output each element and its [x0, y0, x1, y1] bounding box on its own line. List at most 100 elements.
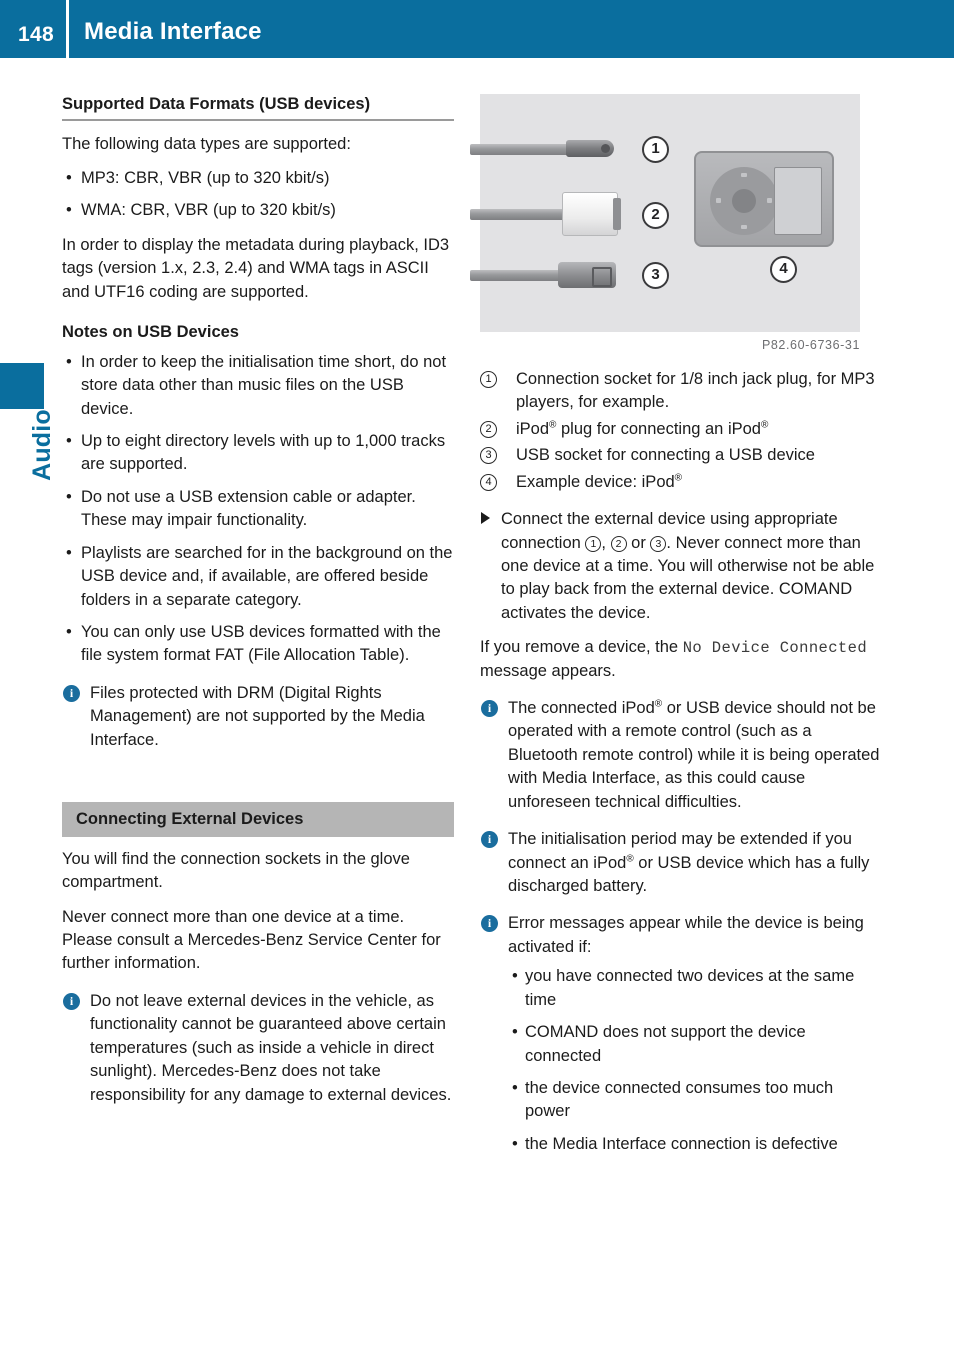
illustration-caption: P82.60-6736-31 [761, 338, 860, 352]
step-triangle-icon [481, 512, 490, 525]
list-usb-notes: • In order to keep the initialisation tim… [62, 351, 454, 668]
bullet-dot: • [66, 623, 72, 641]
bullet-dot: • [512, 1134, 518, 1153]
info-icon: i [63, 684, 80, 702]
paragraph-metadata: In order to display the metadata during … [62, 235, 450, 301]
jack-plug-connector [566, 140, 614, 157]
legend-item-text: iPod [516, 419, 550, 438]
legend-item-text: USB socket for connecting a USB device [516, 446, 815, 465]
list-item: • You can only use USB devices formatted … [62, 621, 454, 668]
wheel-mark-bottom [741, 225, 747, 229]
registered-mark: ® [760, 419, 769, 431]
remove-text-a: If you remove a device, the [480, 638, 683, 657]
legend-item-3: 3 USB socket for connecting a USB device [480, 444, 880, 467]
list-item-text: you have connected two devices at the sa… [525, 967, 855, 1009]
cable-wire [470, 144, 575, 155]
cable-jack-plug [470, 140, 620, 158]
list-item-text: In order to keep the initialisation time… [81, 352, 447, 418]
wheel-mark-left [716, 198, 721, 203]
legend-item-text: Connection socket for 1/8 inch jack plug… [516, 370, 875, 412]
callout-3: 3 [642, 262, 669, 289]
legend-item-text: Example device: iPod [516, 472, 675, 491]
info-icon: i [481, 831, 498, 849]
circled-number-icon: 1 [585, 535, 602, 552]
step-connect-external-device: Connect the external device using approp… [480, 508, 880, 625]
list-item: • you have connected two devices at the s… [508, 965, 880, 1012]
list-item-text: Playlists are searched for in the backgr… [81, 543, 453, 609]
circled-number-icon: 3 [650, 535, 667, 552]
note-remote-control: i The connected iPod® or USB device shou… [480, 697, 880, 814]
list-item-text: the Media Interface connection is defect… [525, 1134, 838, 1153]
right-text-column: 1 2 3 4 P82.60-6736-31 1 Connection sock… [470, 94, 880, 1167]
legend-item-2: 2 iPod® plug for connecting an iPod® [480, 418, 880, 441]
list-item-text: WMA: CBR, VBR (up to 320 kbit/s) [81, 201, 336, 220]
note-text: Do not leave external devices in the veh… [90, 991, 452, 1104]
list-item: • Playlists are searched for in the backg… [62, 542, 454, 612]
header-divider [66, 0, 69, 58]
heading-connecting-external-devices: Connecting External Devices [62, 802, 454, 837]
cable-wire [470, 209, 570, 220]
callout-2: 2 [642, 202, 669, 229]
list-item: • MP3: CBR, VBR (up to 320 kbit/s) [62, 167, 454, 190]
legend-item-1: 1 Connection socket for 1/8 inch jack pl… [480, 368, 880, 415]
note-error-messages: i Error messages appear while the device… [480, 912, 880, 1156]
note-do-not-leave-devices: i Do not leave external devices in the v… [62, 990, 454, 1107]
note-initialisation-period: i The initialisation period may be exten… [480, 828, 880, 898]
list-item: • Up to eight directory levels with up to… [62, 430, 454, 477]
list-item-text: COMAND does not support the device conne… [525, 1023, 806, 1065]
page-title: Media Interface [84, 18, 262, 45]
ipod-plug-connector [562, 192, 621, 236]
paragraph-never-connect-more: Never connect more than one device at a … [62, 907, 441, 973]
registered-mark: ® [626, 853, 634, 865]
circled-number-icon: 2 [610, 535, 627, 552]
info-icon: i [481, 915, 498, 933]
ipod-screen [774, 167, 822, 235]
registered-mark: ® [674, 472, 683, 484]
chapter-tab-label: Audio [28, 409, 56, 481]
list-item-text: Do not use a USB extension cable or adap… [81, 487, 416, 530]
connection-sockets-illustration: 1 2 3 4 [470, 94, 860, 332]
cable-wire [470, 270, 566, 281]
list-item: • the device connected consumes too much … [508, 1077, 880, 1124]
info-icon: i [481, 700, 498, 718]
callout-4: 4 [770, 256, 797, 283]
ipod-wheel-center-button [732, 189, 756, 213]
bullet-dot: • [66, 543, 72, 562]
note-text: Files protected with DRM (Digital Rights… [90, 683, 425, 749]
bullet-dot: • [512, 967, 518, 986]
list-item-text: the device connected consumes too much p… [525, 1078, 834, 1121]
remove-text-b: message appears. [480, 661, 616, 680]
list-item: • COMAND does not support the device conn… [508, 1021, 880, 1068]
list-item: • In order to keep the initialisation tim… [62, 351, 454, 421]
list-item-text: MP3: CBR, VBR (up to 320 kbit/s) [81, 169, 330, 188]
bullet-dot: • [66, 352, 72, 371]
left-text-column: Supported Data Formats (USB devices) The… [62, 94, 454, 1118]
cable-usb-plug [470, 262, 630, 290]
wheel-mark-top [741, 173, 747, 177]
wheel-mark-right [767, 198, 772, 203]
paragraph-remove-device: If you remove a device, the No Device Co… [480, 636, 880, 683]
heading-notes-on-usb-devices: Notes on USB Devices [62, 323, 239, 342]
bullet-dot: • [66, 169, 72, 188]
cable-ipod-plug [470, 192, 630, 238]
bullet-dot: • [512, 1023, 518, 1042]
note-drm: i Files protected with DRM (Digital Righ… [62, 682, 454, 752]
usb-plug-connector [558, 262, 616, 288]
circled-number-icon: 1 [480, 371, 497, 388]
callout-1: 1 [642, 136, 669, 163]
info-icon: i [63, 992, 80, 1010]
circled-number-icon: 4 [480, 473, 497, 491]
list-item: • the Media Interface connection is defec… [508, 1133, 880, 1156]
circled-number-icon: 3 [480, 447, 497, 465]
page-header-band: 148 Media Interface [0, 0, 954, 58]
comand-message-no-device-connected: No Device Connected [682, 639, 868, 658]
bullet-dot: • [512, 1078, 518, 1097]
bullet-dot: • [66, 201, 72, 220]
step-text-c: or [626, 533, 651, 552]
circled-number-icon: 2 [480, 420, 497, 438]
step-text-b: , [601, 533, 611, 552]
bullet-dot: • [66, 487, 72, 506]
legend-item-4: 4 Example device: iPod® [480, 471, 880, 494]
list-item: • WMA: CBR, VBR (up to 320 kbit/s) [62, 199, 454, 222]
list-item: • Do not use a USB extension cable or ada… [62, 486, 454, 533]
